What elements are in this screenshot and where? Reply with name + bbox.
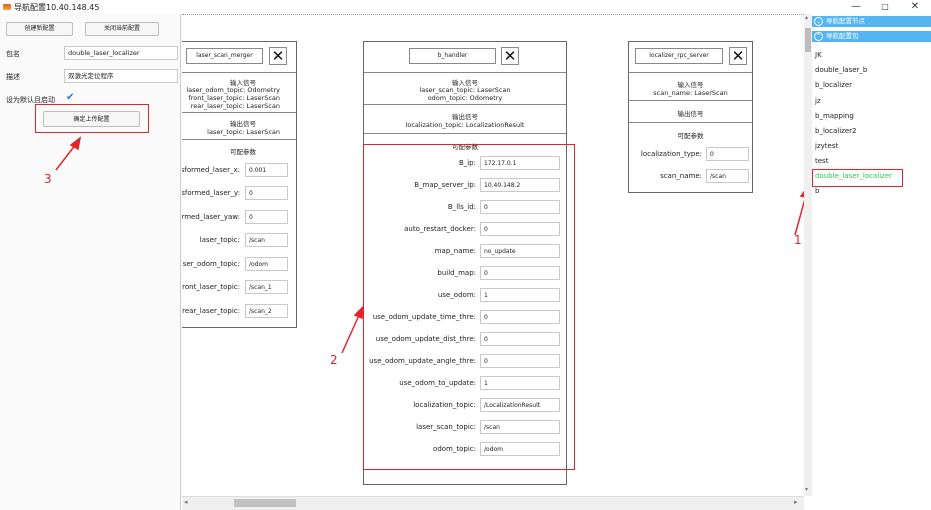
scroll-up-icon[interactable]: ▴ <box>805 14 808 21</box>
package-item[interactable]: b <box>815 187 819 195</box>
packages-section-header[interactable]: ⌃ 导航配置包 <box>812 31 931 42</box>
title-bar: 导航配置10.40.148.45 — □ ✕ <box>0 0 931 14</box>
package-item[interactable]: jzytest <box>815 142 838 150</box>
annotation-box-1 <box>812 169 903 187</box>
annotation-number-1: 1 <box>794 233 802 247</box>
scroll-right-icon[interactable]: ▸ <box>794 498 798 506</box>
package-tree-panel: ⌄ 导航配置节点 ⌃ 导航配置包 JK double_laser_b b_loc… <box>812 14 931 510</box>
arrow-1 <box>794 199 804 236</box>
nodes-section-header[interactable]: ⌄ 导航配置节点 <box>812 16 931 27</box>
minimize-button[interactable]: — <box>841 0 871 14</box>
package-item[interactable]: b_localizer2 <box>815 127 857 135</box>
package-item[interactable]: test <box>815 157 828 165</box>
close-window-button[interactable]: ✕ <box>900 0 930 14</box>
scroll-down-icon[interactable]: ▾ <box>805 486 808 493</box>
package-item[interactable]: b_localizer <box>815 81 852 89</box>
chevron-down-icon: ⌄ <box>814 17 823 26</box>
package-item[interactable]: double_laser_b <box>815 66 867 74</box>
arrow-3 <box>55 143 77 171</box>
vertical-scroll-thumb[interactable] <box>805 28 811 52</box>
node-canvas: laser_scan_merger ✕ 输入信号 laser_odom_topi… <box>182 14 804 496</box>
package-item[interactable]: b_mapping <box>815 112 854 120</box>
chevron-up-icon: ⌃ <box>814 32 823 41</box>
packages-section-title: 导航配置包 <box>826 32 859 40</box>
annotation-number-2: 2 <box>330 353 338 367</box>
package-item[interactable]: JK <box>815 51 822 59</box>
annotation-arrows <box>341 190 804 354</box>
vertical-scrollbar[interactable]: ▴ ▾ <box>804 14 812 496</box>
scroll-left-icon[interactable]: ◂ <box>184 498 188 506</box>
annotation-arrow-3-layer <box>55 136 82 171</box>
nodes-section-title: 导航配置节点 <box>826 17 865 25</box>
arrow-2 <box>341 312 361 354</box>
horizontal-scrollbar[interactable]: ◂ ▸ <box>182 496 804 510</box>
annotation-number-3: 3 <box>44 172 52 186</box>
window-title: 导航配置10.40.148.45 <box>14 3 100 12</box>
horizontal-scroll-thumb[interactable] <box>234 499 296 507</box>
package-item[interactable]: jz <box>815 97 821 105</box>
app-icon <box>3 4 11 10</box>
maximize-button[interactable]: □ <box>870 0 900 14</box>
